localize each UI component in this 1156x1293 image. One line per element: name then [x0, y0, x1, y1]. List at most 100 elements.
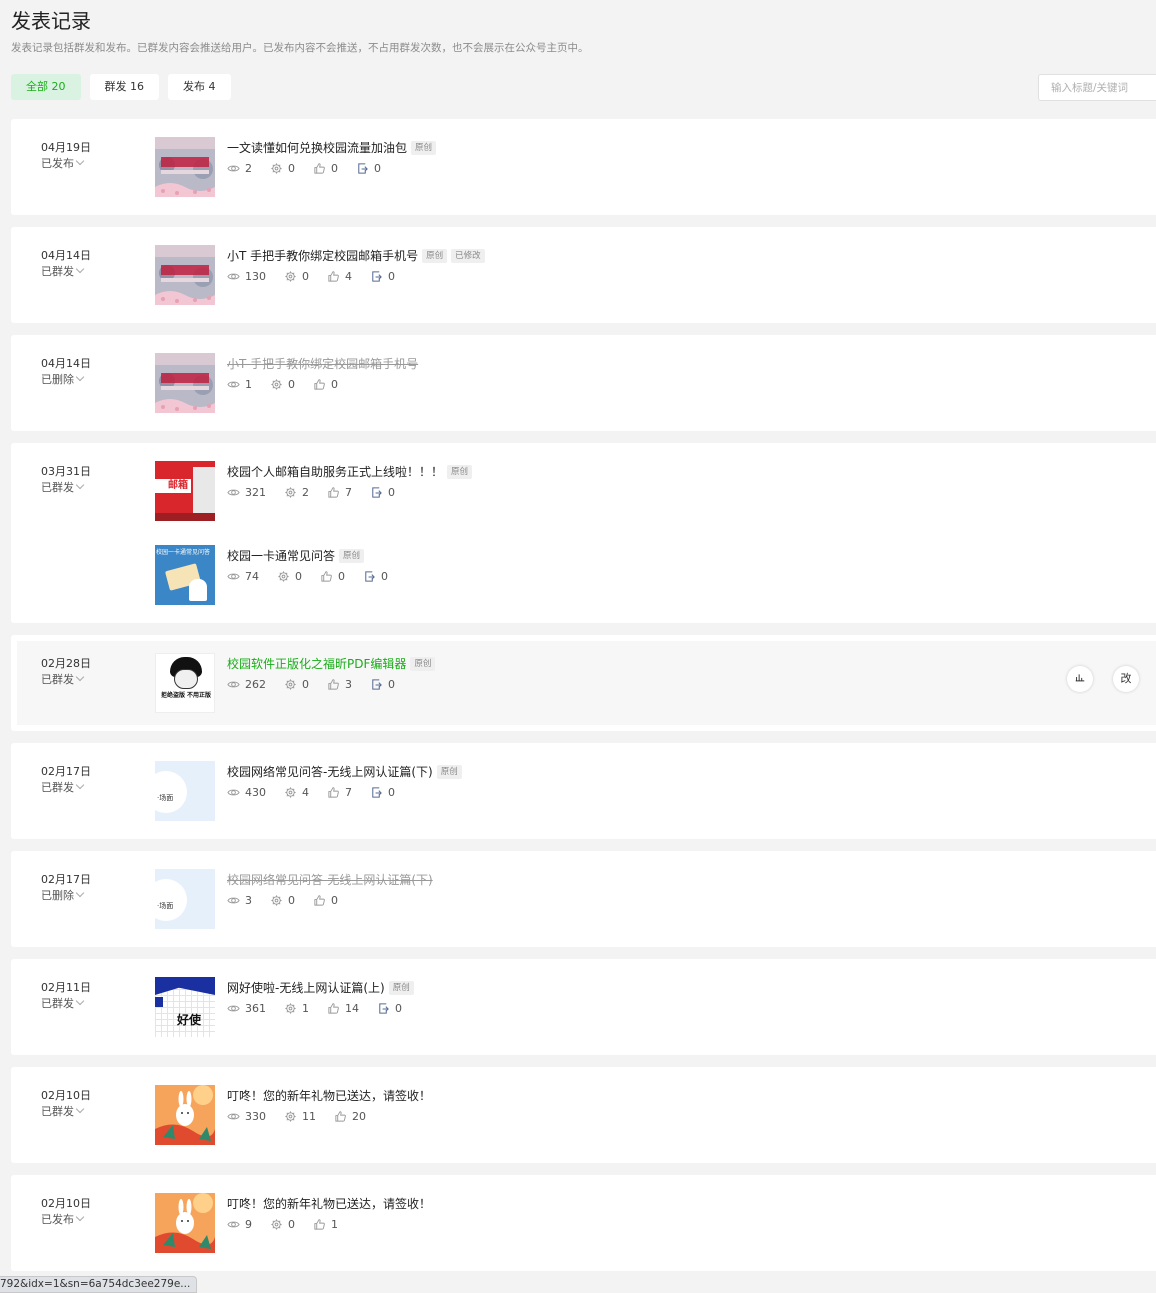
article-title-row[interactable]: 校园个人邮箱自助服务正式上线啦！！！ 原创	[227, 463, 473, 480]
tab-publish[interactable]: 发布 4	[168, 74, 231, 100]
share-count: 0	[270, 894, 295, 907]
thumbs-up-icon	[327, 1002, 345, 1015]
record-status-dropdown[interactable]: 已群发	[41, 995, 85, 1011]
article-title-row[interactable]: 校园一卡通常见问答 原创	[227, 547, 365, 564]
article-title-row[interactable]: 校园网络常见问答-无线上网认证篇(下) 原创	[227, 763, 462, 780]
share-gear-icon	[284, 1002, 302, 1015]
article-thumbnail[interactable]: 好使	[155, 977, 215, 1037]
like-count: 0	[313, 894, 338, 907]
like-count: 14	[327, 1002, 359, 1015]
article-item: 小T 手把手教你绑定校园邮箱手机号 1 0 0	[155, 353, 855, 413]
tab-mass-send[interactable]: 群发 16	[89, 74, 159, 100]
view-count-value: 9	[245, 1218, 252, 1231]
article-thumbnail[interactable]: 拒绝盗版 不用正版	[155, 653, 215, 713]
record-date: 04月14日	[41, 249, 91, 262]
article-item: 邮箱 校园个人邮箱自助服务正式上线啦！！！ 原创 321 2 7 0	[155, 461, 855, 521]
record-status-dropdown[interactable]: 已发布	[41, 155, 85, 171]
article-thumbnail[interactable]: ·场面	[155, 761, 215, 821]
view-count-value: 361	[245, 1002, 266, 1015]
forward-count-value: 0	[395, 1002, 402, 1015]
article-title-row[interactable]: 校园网络常见问答-无线上网认证篇(下)	[227, 871, 433, 888]
record-card: 02月17日 已删除 ·场面 校园网络常见问答-无线上网认证篇(下) 3 0 0	[11, 851, 1156, 947]
record-status-dropdown[interactable]: 已删除	[41, 371, 85, 387]
article-title-row[interactable]: 叮咚！您的新年礼物已送达，请签收！	[227, 1087, 431, 1104]
tab-all[interactable]: 全部 20	[11, 74, 81, 100]
article-title-row[interactable]: 一文读懂如何兑换校园流量加油包 原创	[227, 139, 437, 156]
record-status-dropdown[interactable]: 已删除	[41, 887, 85, 903]
edit-button[interactable]: 改	[1113, 666, 1139, 692]
thumbs-up-icon	[313, 1218, 331, 1231]
article-thumbnail[interactable]	[155, 1193, 215, 1253]
view-count: 1	[227, 378, 252, 391]
thumbs-up-icon	[327, 678, 345, 691]
record-date: 02月17日	[41, 873, 91, 886]
forward-icon	[370, 486, 388, 499]
filter-tabs: 全部 20 群发 16 发布 4	[11, 74, 240, 100]
forward-icon	[377, 1002, 395, 1015]
article-thumbnail[interactable]: ·场面	[155, 869, 215, 929]
thumbs-up-icon	[327, 786, 345, 799]
forward-count: 0	[370, 678, 395, 691]
share-gear-icon	[270, 378, 288, 391]
like-count-value: 0	[331, 378, 338, 391]
data-stats-button[interactable]	[1067, 666, 1093, 692]
search-input[interactable]	[1038, 74, 1156, 101]
view-count-value: 3	[245, 894, 252, 907]
record-status-dropdown[interactable]: 已群发	[41, 263, 85, 279]
thumbs-up-icon	[313, 162, 331, 175]
record-status-dropdown[interactable]: 已群发	[41, 671, 85, 687]
view-count: 262	[227, 678, 266, 691]
article-thumbnail[interactable]	[155, 353, 215, 413]
share-count-value: 11	[302, 1110, 316, 1123]
article-title-row[interactable]: 小T 手把手教你绑定校园邮箱手机号 原创 已修改	[227, 247, 485, 264]
like-count-value: 20	[352, 1110, 366, 1123]
share-count: 0	[270, 378, 295, 391]
like-count: 7	[327, 486, 352, 499]
share-count-value: 4	[302, 786, 309, 799]
page-description: 发表记录包括群发和发布。已群发内容会推送给用户。已发布内容不会推送，不占用群发次…	[11, 42, 589, 54]
article-title-row[interactable]: 小T 手把手教你绑定校园邮箱手机号	[227, 355, 418, 372]
like-count: 20	[334, 1110, 366, 1123]
record-card: 02月10日 已群发 叮咚！您的新年礼物已送达，请签收！ 330 11 20	[11, 1067, 1156, 1163]
share-count-value: 0	[288, 378, 295, 391]
article-stats: 321 2 7 0	[227, 486, 413, 499]
article-title: 叮咚！您的新年礼物已送达，请签收！	[227, 1197, 432, 1211]
article-title-row[interactable]: 网好使啦-无线上网认证篇(上) 原创	[227, 979, 414, 996]
article-thumbnail[interactable]	[155, 1085, 215, 1145]
forward-count: 0	[370, 270, 395, 283]
forward-icon	[370, 270, 388, 283]
record-card: 02月10日 已发布 叮咚！您的新年礼物已送达，请签收！ 9 0 1	[11, 1175, 1156, 1271]
record-status-dropdown[interactable]: 已群发	[41, 779, 85, 795]
article-title-row[interactable]: 校园软件正版化之福昕PDF编辑器 原创	[227, 655, 436, 672]
record-status-dropdown[interactable]: 已发布	[41, 1211, 85, 1227]
eye-icon	[227, 1110, 245, 1123]
like-count-value: 0	[331, 894, 338, 907]
article-title-row[interactable]: 叮咚！您的新年礼物已送达，请签收！	[227, 1195, 431, 1212]
page-title: 发表记录	[11, 9, 91, 33]
share-gear-icon	[284, 1110, 302, 1123]
record-status-dropdown[interactable]: 已群发	[41, 1103, 85, 1119]
view-count-value: 130	[245, 270, 266, 283]
article-thumbnail[interactable]: 校园一卡通常见问答	[155, 545, 215, 605]
share-count: 0	[277, 570, 302, 583]
eye-icon	[227, 486, 245, 499]
forward-icon	[370, 786, 388, 799]
article-thumbnail[interactable]	[155, 137, 215, 197]
forward-icon	[370, 678, 388, 691]
article-stats: 74 0 0 0	[227, 570, 406, 583]
share-gear-icon	[284, 678, 302, 691]
article-stats: 9 0 1	[227, 1218, 356, 1231]
view-count: 9	[227, 1218, 252, 1231]
record-status-dropdown[interactable]: 已群发	[41, 479, 85, 495]
article-thumbnail[interactable]	[155, 245, 215, 305]
article-tag: 原创	[411, 141, 437, 155]
article-thumbnail[interactable]: 邮箱	[155, 461, 215, 521]
article-stats: 330 11 20	[227, 1110, 384, 1123]
share-gear-icon	[284, 786, 302, 799]
eye-icon	[227, 162, 245, 175]
forward-count: 0	[356, 162, 381, 175]
article-tag: 原创	[422, 249, 448, 263]
eye-icon	[227, 1218, 245, 1231]
article-item: 叮咚！您的新年礼物已送达，请签收！ 9 0 1	[155, 1193, 855, 1253]
record-card: 04月14日 已删除 小T 手把手教你绑定校园邮箱手机号 1 0 0	[11, 335, 1156, 431]
